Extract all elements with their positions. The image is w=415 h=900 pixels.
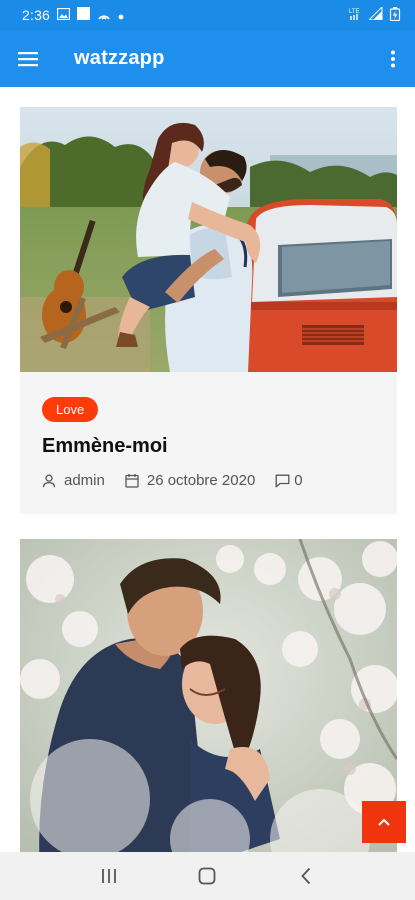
post-title[interactable]: Emmène-moi [42, 435, 375, 458]
status-time: 2:36 [22, 7, 51, 23]
back-button[interactable] [281, 856, 331, 896]
post-card[interactable] [20, 539, 397, 852]
post-image[interactable] [20, 107, 397, 372]
post-card[interactable]: Love Emmène-moi admin 26 octobre 2020 0 [20, 107, 397, 514]
post-author[interactable]: admin [42, 472, 105, 489]
menu-button[interactable] [0, 30, 56, 87]
status-bar: 2:36 LTE [0, 0, 415, 30]
image-icon [56, 7, 71, 23]
app-bar: watzzapp [0, 30, 415, 87]
dot-icon [118, 7, 124, 23]
post-body: Love Emmène-moi admin 26 octobre 2020 0 [20, 372, 397, 489]
post-list[interactable]: Love Emmène-moi admin 26 octobre 2020 0 [0, 87, 415, 852]
couple-hugging-by-red-car-photo [20, 107, 397, 372]
author-name: admin [64, 472, 105, 489]
status-left: 2:36 [22, 7, 124, 23]
post-image[interactable] [20, 539, 397, 852]
more-options-button[interactable] [371, 30, 415, 87]
system-nav-bar [0, 852, 415, 900]
home-icon [199, 867, 216, 885]
battery-icon [389, 6, 401, 24]
user-icon [42, 474, 56, 487]
recent-apps-button[interactable] [84, 856, 134, 896]
post-meta: admin 26 octobre 2020 0 [42, 472, 375, 489]
scroll-to-top-button[interactable] [362, 801, 406, 843]
signal-icon [367, 5, 383, 23]
home-button[interactable] [182, 856, 232, 896]
square-icon [77, 7, 91, 23]
date-text: 26 octobre 2020 [146, 472, 256, 489]
chevron-up-icon [378, 818, 390, 826]
lte-icon: LTE [349, 7, 363, 24]
category-tag[interactable]: Love [42, 397, 99, 422]
hamburger-menu-icon [18, 51, 38, 66]
app-title[interactable]: watzzapp [74, 47, 165, 70]
comment-count: 0 [294, 472, 303, 489]
recent-apps-icon [102, 869, 117, 883]
back-icon [301, 867, 310, 885]
calendar-icon [125, 474, 139, 488]
hotspot-icon [97, 7, 111, 23]
status-right: LTE [349, 5, 401, 24]
comment-icon [275, 474, 290, 487]
lte-label: LTE [349, 9, 360, 15]
couple-embracing-blossoms-photo [20, 539, 397, 852]
more-vertical-icon [391, 50, 395, 67]
post-comments[interactable]: 0 [275, 472, 303, 489]
post-date: 26 octobre 2020 [125, 472, 255, 489]
